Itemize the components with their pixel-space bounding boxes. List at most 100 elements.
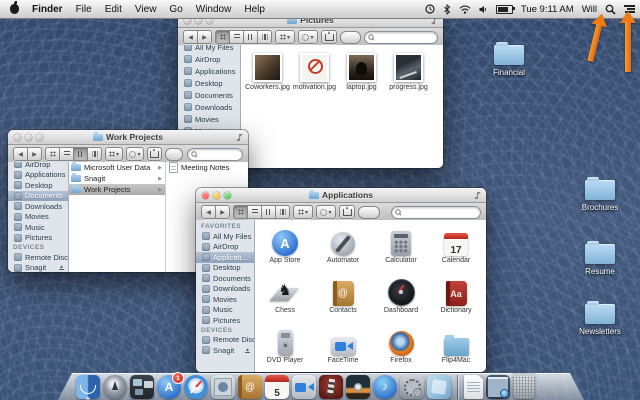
dock-facetime-icon[interactable] <box>292 375 316 399</box>
battery-icon[interactable] <box>496 5 513 14</box>
arrange-button[interactable]: ▾ <box>105 147 123 161</box>
dock-contacts-icon[interactable]: @ <box>238 375 262 399</box>
quicklook-button[interactable] <box>358 206 380 219</box>
search-input[interactable] <box>199 150 239 159</box>
dock-mission-control-icon[interactable] <box>130 375 154 399</box>
applications-titlebar[interactable]: Applications <box>196 188 486 203</box>
sidebar-item-documents[interactable]: Documents <box>8 191 68 202</box>
close-button[interactable] <box>202 192 209 199</box>
column-item-snagit[interactable]: Snagit▶ <box>68 173 165 184</box>
search-field[interactable] <box>187 148 243 161</box>
dock-iphoto-icon[interactable] <box>346 375 370 399</box>
sidebar-item-desktop[interactable]: Desktop <box>8 180 68 191</box>
app-firefox[interactable]: Firefox <box>372 326 430 364</box>
search-field[interactable] <box>391 206 481 219</box>
sidebar-item-applications[interactable]: Applications <box>178 65 240 77</box>
column-view-button[interactable] <box>262 205 276 219</box>
minimize-button[interactable] <box>25 134 32 141</box>
action-button[interactable]: ▾ <box>316 205 336 219</box>
dock-minimized-window-icon[interactable] <box>486 375 510 399</box>
sidebar-item-movies[interactable]: Movies <box>8 212 68 223</box>
app-dashboard[interactable]: Dashboard <box>372 276 430 314</box>
dock-documents-stack-icon[interactable] <box>464 375 483 399</box>
fullscreen-button[interactable] <box>236 134 243 141</box>
app-contacts[interactable]: @ Contacts <box>314 276 372 314</box>
eject-icon[interactable]: ▲ <box>245 348 250 353</box>
dock-system-preferences-icon[interactable] <box>400 375 424 399</box>
forward-button[interactable]: ▶ <box>198 30 212 44</box>
file-laptop[interactable]: laptop.jpg <box>338 53 385 91</box>
coverflow-view-button[interactable] <box>88 147 102 161</box>
sidebar-item-downloads[interactable]: Downloads <box>196 284 254 295</box>
column-view-button[interactable] <box>74 147 88 161</box>
dock-app-store-icon[interactable]: A1 <box>157 375 181 399</box>
list-view-button[interactable] <box>60 147 74 161</box>
menu-view[interactable]: View <box>135 4 157 15</box>
share-button[interactable] <box>147 147 162 161</box>
sidebar-item-snagit[interactable]: Snagit▲ <box>8 263 68 273</box>
column-item-work-projects[interactable]: Work Projects▶ <box>68 184 165 195</box>
fullscreen-button[interactable] <box>474 192 481 199</box>
column-item-meeting-notes[interactable]: Meeting Notes <box>166 162 248 173</box>
bluetooth-icon[interactable] <box>443 4 451 15</box>
search-input[interactable] <box>403 208 477 217</box>
forward-button[interactable]: ▶ <box>216 205 230 219</box>
zoom-button[interactable] <box>36 134 43 141</box>
sidebar-item-snagit[interactable]: Snagit▲ <box>196 345 254 356</box>
zoom-button[interactable] <box>224 192 231 199</box>
desktop-folder-financial[interactable]: Financial <box>481 45 537 77</box>
coverflow-view-button[interactable] <box>258 30 272 44</box>
dock-mail-icon[interactable] <box>211 375 235 399</box>
arrange-button[interactable]: ▾ <box>293 205 313 219</box>
sidebar-item-music[interactable]: Music <box>196 305 254 316</box>
dock-calendar-icon[interactable]: 5 <box>265 375 289 399</box>
work-projects-titlebar[interactable]: Work Projects <box>8 130 248 145</box>
file-motivation[interactable]: motivation.jpg <box>291 53 338 91</box>
app-automator[interactable]: Automator <box>314 226 372 264</box>
wifi-icon[interactable] <box>459 5 471 14</box>
sidebar-item-desktop[interactable]: Desktop <box>178 77 240 89</box>
icon-view-button[interactable] <box>45 147 60 161</box>
column-view-button[interactable] <box>244 30 258 44</box>
app-dvd-player[interactable]: DVD Player <box>256 326 314 364</box>
app-flip4mac[interactable]: Flip4Mac <box>427 326 485 364</box>
menu-finder[interactable]: Finder <box>32 4 63 15</box>
desktop-folder-resume[interactable]: Resume <box>572 244 628 276</box>
menu-file[interactable]: File <box>76 4 92 15</box>
back-button[interactable]: ◀ <box>201 205 216 219</box>
search-input[interactable] <box>376 33 434 42</box>
sidebar-item-airdrop[interactable]: AirDrop <box>8 162 68 170</box>
menu-help[interactable]: Help <box>244 4 265 15</box>
icon-view-button[interactable] <box>215 30 230 44</box>
sidebar-item-remote-disc[interactable]: Remote Disc <box>196 335 254 346</box>
sidebar-item-remote-disc[interactable]: Remote Disc <box>8 252 68 263</box>
sidebar-item-documents[interactable]: Documents <box>196 273 254 284</box>
sidebar-item-music[interactable]: Music <box>8 222 68 233</box>
icon-view-button[interactable] <box>233 205 248 219</box>
app-calculator[interactable]: Calculator <box>372 226 430 264</box>
sidebar-item-all-my-files[interactable]: All My Files <box>178 45 240 53</box>
sidebar-item-downloads[interactable]: Downloads <box>178 101 240 113</box>
clock-menu[interactable]: Tue 9:11 AM <box>521 4 574 15</box>
menu-window[interactable]: Window <box>196 4 232 15</box>
sidebar-item-pictures[interactable]: Pictures <box>196 315 254 326</box>
list-view-button[interactable] <box>248 205 262 219</box>
sidebar-item-movies[interactable]: Movies <box>178 113 240 125</box>
app-facetime[interactable]: FaceTime <box>314 326 372 364</box>
dock-launchpad-icon[interactable] <box>103 375 127 399</box>
dock-photo-booth-icon[interactable] <box>319 375 343 399</box>
menu-edit[interactable]: Edit <box>105 4 122 15</box>
eject-icon[interactable]: ▲ <box>59 265 64 270</box>
coverflow-view-button[interactable] <box>276 205 290 219</box>
app-app-store[interactable]: A App Store <box>256 226 314 264</box>
dock-trash-icon[interactable] <box>513 375 535 399</box>
dock-itunes-icon[interactable]: ♪ <box>373 375 397 399</box>
action-button[interactable]: ▾ <box>126 147 144 161</box>
sidebar-item-applications[interactable]: Applications <box>8 170 68 181</box>
sidebar-item-applications[interactable]: Applicati... <box>196 252 254 263</box>
sidebar-item-downloads[interactable]: Downloads <box>8 201 68 212</box>
file-coworkers[interactable]: Coworkers.jpg <box>244 53 291 91</box>
back-button[interactable]: ◀ <box>13 147 28 161</box>
back-button[interactable]: ◀ <box>183 30 198 44</box>
desktop-folder-newsletters[interactable]: Newsletters <box>572 304 628 336</box>
